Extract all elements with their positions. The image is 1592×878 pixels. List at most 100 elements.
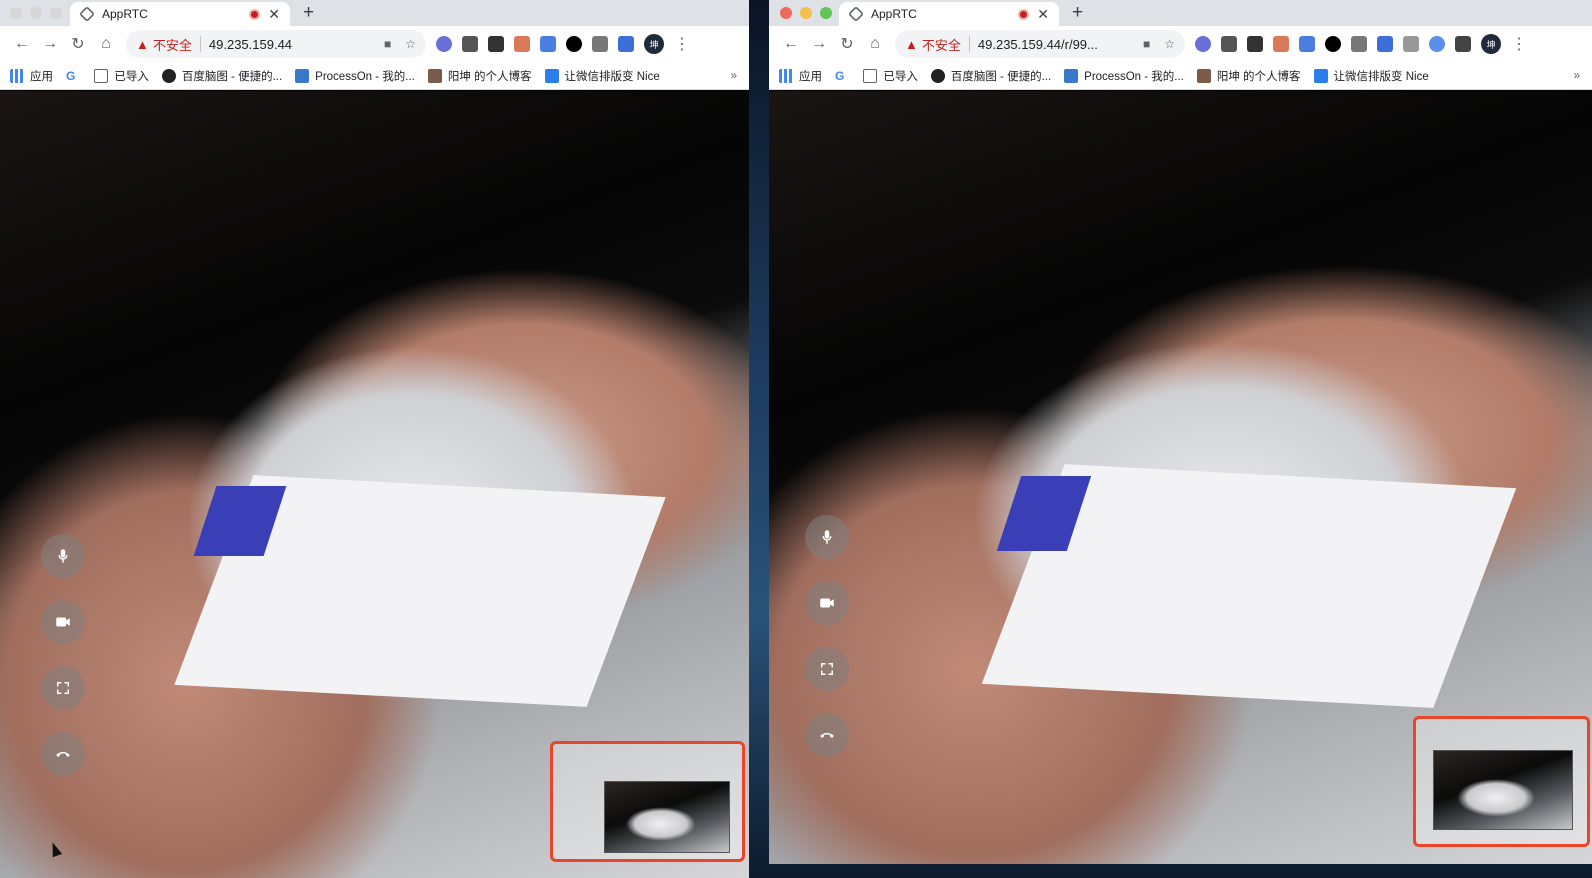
extension-icon[interactable] [1325, 36, 1341, 52]
extension-icon[interactable] [1273, 36, 1289, 52]
mic-icon [58, 549, 68, 563]
mute-video-button[interactable] [805, 581, 849, 625]
address-bar[interactable]: ▲ 不安全 49.235.159.44/r/99... ■ ☆ [895, 30, 1185, 58]
bookmark-processon[interactable]: ProcessOn - 我的... [295, 68, 415, 84]
remote-video [769, 91, 1592, 864]
bookmark-label: ProcessOn - 我的... [1084, 70, 1184, 83]
bookmark-nice[interactable]: 让微信排版变 Nice [544, 68, 660, 84]
extension-icon[interactable] [514, 36, 530, 52]
recording-indicator-icon [1018, 8, 1030, 20]
bookmark-apps[interactable]: 应用 [779, 68, 822, 84]
menu-icon[interactable]: ⋮ [674, 34, 690, 54]
bookmark-label: ProcessOn - 我的... [315, 70, 415, 83]
bookmarks-bar: 应用 G 已导入 百度脑图 - 便捷的... ProcessOn - 我的...… [769, 62, 1592, 90]
security-label[interactable]: 不安全 [922, 35, 961, 54]
forward-icon[interactable]: → [805, 35, 833, 53]
bookmark-google[interactable]: G [835, 69, 850, 83]
hangup-button[interactable] [41, 732, 85, 776]
bookmark-blog[interactable]: 阳坤 的个人博客 [427, 68, 532, 84]
url-text[interactable]: 49.235.159.44/r/99... [978, 37, 1098, 52]
divider [199, 36, 201, 52]
camera-permission-icon[interactable]: ■ [384, 37, 391, 51]
extension-icon[interactable] [1195, 36, 1211, 52]
extension-icon[interactable] [1351, 36, 1367, 52]
fullscreen-button[interactable] [805, 647, 849, 691]
extension-icon[interactable] [566, 36, 582, 52]
extension-icon[interactable] [1455, 36, 1471, 52]
security-label[interactable]: 不安全 [153, 35, 192, 54]
extension-icon[interactable] [618, 36, 634, 52]
processon-icon [295, 68, 310, 83]
extension-icon[interactable] [592, 36, 608, 52]
zoom-window-button[interactable] [50, 7, 62, 19]
folder-icon [94, 68, 109, 83]
extension-icon[interactable] [1429, 36, 1445, 52]
bookmarks-bar: 应用 G 已导入 百度脑图 - 便捷的... ProcessOn - 我的...… [0, 62, 749, 90]
minimize-window-button[interactable] [30, 7, 42, 19]
desktop: AppRTC ✕ + ← → ↻ ⌂ ▲ 不安全 49.235.159.44 ■… [0, 0, 1592, 878]
tab-apprtc[interactable]: AppRTC ✕ [839, 2, 1059, 26]
warning-icon: ▲ [136, 36, 149, 52]
extension-icon[interactable] [1221, 36, 1237, 52]
bookmark-nice[interactable]: 让微信排版变 Nice [1313, 68, 1429, 84]
zoom-window-button[interactable] [820, 7, 832, 19]
extension-icon[interactable] [1403, 36, 1419, 52]
profile-avatar[interactable]: 坤 [1481, 34, 1501, 54]
close-window-button[interactable] [780, 7, 792, 19]
back-icon[interactable]: ← [777, 35, 805, 53]
extensions-bar: 坤 ⋮ [1195, 34, 1527, 54]
back-icon[interactable]: ← [8, 35, 36, 53]
bookmark-processon[interactable]: ProcessOn - 我的... [1064, 68, 1184, 84]
browser-toolbar: ← → ↻ ⌂ ▲ 不安全 49.235.159.44 ■ ☆ 坤 ⋮ [0, 26, 749, 62]
menu-icon[interactable]: ⋮ [1511, 34, 1527, 54]
extension-icon[interactable] [1377, 36, 1393, 52]
mute-video-button[interactable] [41, 600, 85, 644]
extension-icon[interactable] [1299, 36, 1315, 52]
tab-apprtc[interactable]: AppRTC ✕ [70, 2, 290, 26]
bookmark-star-icon[interactable]: ☆ [1164, 37, 1175, 51]
tab-strip: AppRTC ✕ + [0, 0, 749, 26]
profile-avatar[interactable]: 坤 [644, 34, 664, 54]
address-bar[interactable]: ▲ 不安全 49.235.159.44 ■ ☆ [126, 30, 426, 58]
url-text[interactable]: 49.235.159.44 [209, 37, 292, 52]
nice-icon [544, 68, 559, 83]
tab-title: AppRTC [102, 7, 148, 21]
hangup-button[interactable] [805, 713, 849, 757]
bookmark-google[interactable]: G [66, 69, 81, 83]
more-bookmarks-icon[interactable]: » [1574, 70, 1580, 82]
close-tab-icon[interactable]: ✕ [268, 6, 280, 23]
bookmark-baidu-naotu[interactable]: 百度脑图 - 便捷的... [161, 68, 282, 84]
more-bookmarks-icon[interactable]: » [731, 70, 737, 82]
bookmark-imported[interactable]: 已导入 [94, 68, 149, 84]
close-tab-icon[interactable]: ✕ [1037, 6, 1049, 23]
mute-audio-button[interactable] [41, 534, 85, 578]
new-tab-button[interactable]: + [303, 2, 314, 24]
reload-icon[interactable]: ↻ [833, 34, 861, 54]
browser-window-left: AppRTC ✕ + ← → ↻ ⌂ ▲ 不安全 49.235.159.44 ■… [0, 0, 749, 878]
extension-icon[interactable] [436, 36, 452, 52]
new-tab-button[interactable]: + [1072, 2, 1083, 24]
google-icon: G [835, 68, 845, 83]
fullscreen-button[interactable] [41, 666, 85, 710]
close-window-button[interactable] [10, 7, 22, 19]
bookmark-blog[interactable]: 阳坤 的个人博客 [1196, 68, 1301, 84]
mic-icon [822, 530, 832, 544]
bookmark-imported[interactable]: 已导入 [863, 68, 918, 84]
bookmark-star-icon[interactable]: ☆ [405, 37, 416, 51]
bookmark-baidu-naotu[interactable]: 百度脑图 - 便捷的... [930, 68, 1051, 84]
tab-title: AppRTC [871, 7, 917, 21]
extension-icon[interactable] [462, 36, 478, 52]
minimize-window-button[interactable] [800, 7, 812, 19]
extension-icon[interactable] [488, 36, 504, 52]
extension-icon[interactable] [540, 36, 556, 52]
extension-icon[interactable] [1247, 36, 1263, 52]
camera-permission-icon[interactable]: ■ [1143, 37, 1150, 51]
reload-icon[interactable]: ↻ [64, 34, 92, 54]
home-icon[interactable]: ⌂ [92, 35, 120, 53]
apprtc-favicon-icon [79, 6, 95, 22]
home-icon[interactable]: ⌂ [861, 35, 889, 53]
mute-audio-button[interactable] [805, 515, 849, 559]
bookmark-apps[interactable]: 应用 [10, 68, 53, 84]
tab-strip: AppRTC ✕ + [769, 0, 1592, 26]
forward-icon[interactable]: → [36, 35, 64, 53]
